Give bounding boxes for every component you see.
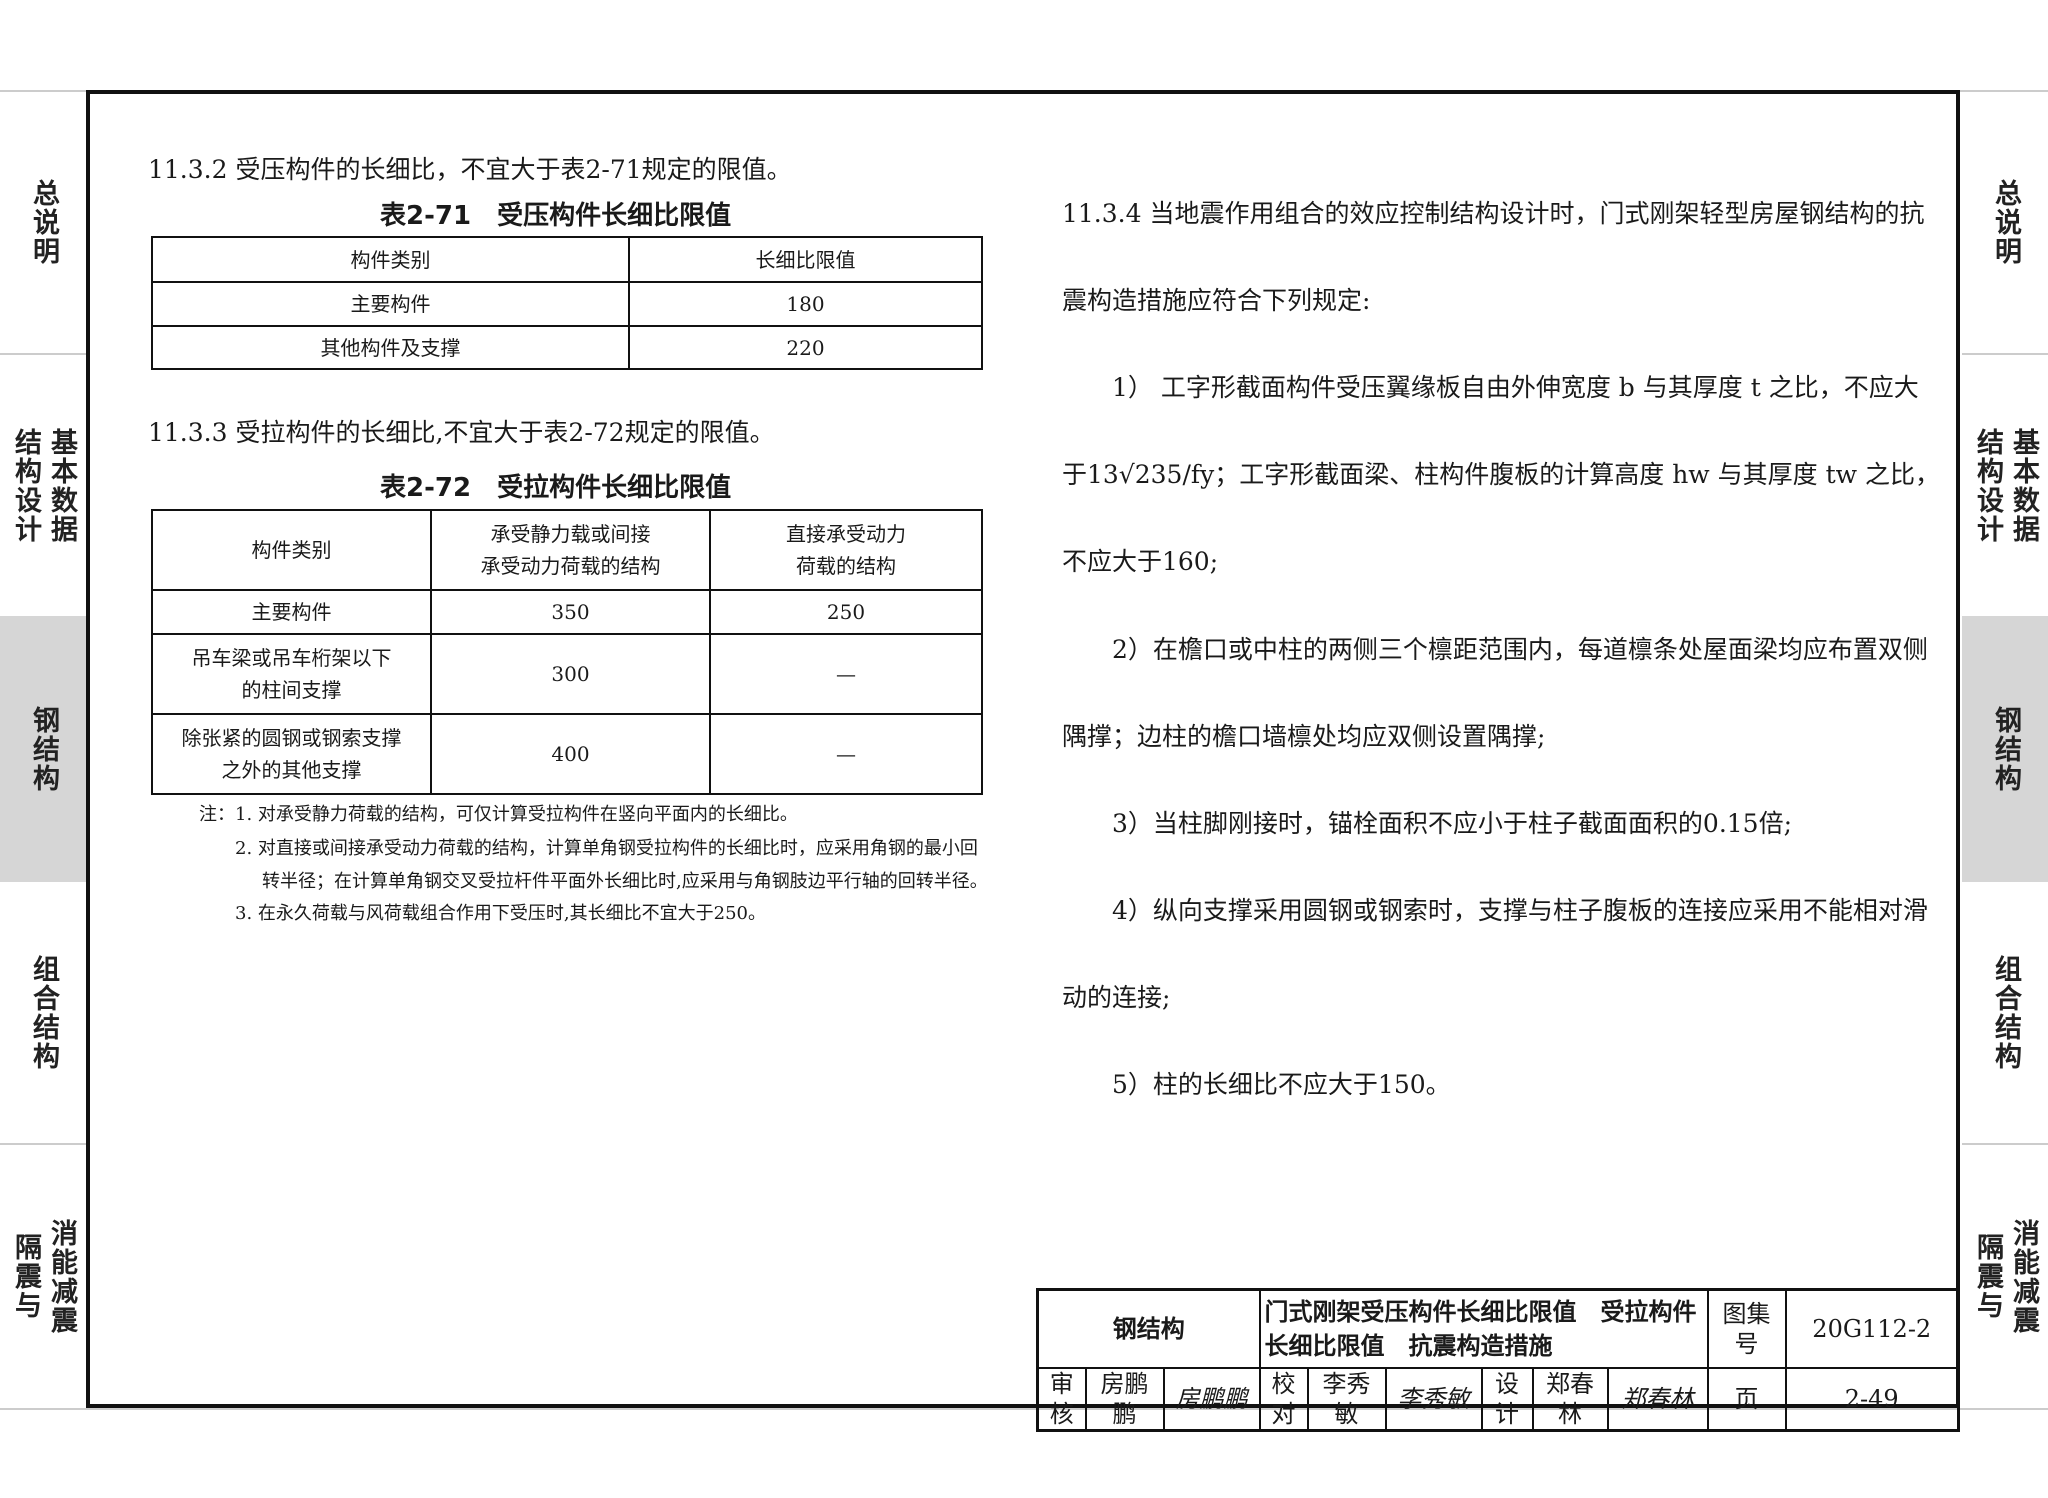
tab-label: 消能减震 bbox=[46, 1218, 77, 1335]
table-2-72-caption: 表2-72 受拉构件长细比限值 bbox=[380, 473, 732, 503]
table-cell: — bbox=[709, 633, 983, 715]
note-1: 注：1. 对承受静力荷载的结构，可仅计算受拉构件在竖向平面内的长细比。 bbox=[199, 804, 798, 825]
designer-signature: 郑春林 bbox=[1606, 1366, 1709, 1431]
note-3: 3. 在永久荷载与风荷载组合作用下受压时,其长细比不宜大于250。 bbox=[235, 903, 766, 924]
table-cell: 其他构件及支撑 bbox=[151, 325, 630, 370]
table-cell: 180 bbox=[628, 281, 983, 327]
tab-label: 结构设计 bbox=[10, 427, 41, 544]
table-2-71-caption: 表2-71 受压构件长细比限值 bbox=[380, 201, 732, 231]
text-line: 11.3.4 当地震作用组合的效应控制结构设计时，门式刚架轻型房屋钢结构的抗 bbox=[1062, 198, 1925, 228]
header-cell: 承受静力载或间接 承受动力荷载的结构 bbox=[430, 509, 711, 591]
note-2: 2. 对直接或间接承受动力荷载的结构，计算单角钢受拉构件的长细比时，应采用角钢的… bbox=[235, 838, 978, 859]
table-cell: — bbox=[709, 713, 983, 795]
page-number: 2-49 bbox=[1784, 1366, 1960, 1431]
tab-label: 基本数据 bbox=[2008, 427, 2039, 544]
check-label: 校对 bbox=[1258, 1366, 1309, 1431]
table-cell: 300 bbox=[430, 633, 711, 715]
title-block: 钢结构 门式刚架受压构件长细比限值 受拉构件长细比限值 抗震构造措施 图集号 2… bbox=[1036, 1288, 1960, 1432]
category-cell: 钢结构 bbox=[1036, 1288, 1261, 1369]
side-tab-composite[interactable]: 组合结构 bbox=[0, 882, 86, 1143]
header-cell: 构件类别 bbox=[151, 236, 630, 283]
tab-label: 结构设计 bbox=[1972, 427, 2003, 544]
table-cell: 主要构件 bbox=[151, 589, 432, 635]
side-tab-basic-data[interactable]: 结构设计 基本数据 bbox=[0, 353, 86, 616]
side-tab-steel-right[interactable]: 钢结构 bbox=[1962, 616, 2048, 882]
header-cell: 构件类别 bbox=[151, 509, 432, 591]
page-label: 页 bbox=[1706, 1366, 1787, 1431]
checker-signature: 李秀敏 bbox=[1384, 1366, 1483, 1431]
tab-label: 隔震与 bbox=[1972, 1233, 2003, 1320]
design-label: 设计 bbox=[1480, 1366, 1534, 1431]
table-cell: 350 bbox=[430, 589, 711, 635]
tab-label: 基本数据 bbox=[46, 427, 77, 544]
header-cell: 直接承受动力 荷载的结构 bbox=[709, 509, 983, 591]
text-line: 不应大于160; bbox=[1062, 547, 1219, 577]
table-cell: 400 bbox=[430, 713, 711, 795]
checker-name: 李秀敏 bbox=[1306, 1366, 1387, 1431]
clause-11-3-2: 11.3.2 受压构件的长细比，不宜大于表2-71规定的限值。 bbox=[148, 155, 792, 184]
side-tab-general-right[interactable]: 总说明 bbox=[1962, 92, 2048, 353]
tab-label: 组合结构 bbox=[1990, 954, 2021, 1071]
table-cell: 220 bbox=[628, 325, 983, 370]
reviewer-name: 房鹏鹏 bbox=[1084, 1366, 1165, 1431]
table-cell: 除张紧的圆钢或钢索支撑 之外的其他支撑 bbox=[151, 713, 432, 795]
clause-11-3-4: 11.3.4 当地震作用组合的效应控制结构设计时，门式刚架轻型房屋钢结构的抗 震… bbox=[1062, 148, 1940, 1151]
tab-label: 钢结构 bbox=[1990, 705, 2021, 793]
atlas-label: 图集号 bbox=[1706, 1288, 1787, 1369]
table-cell: 吊车梁或吊车桁架以下 的柱间支撑 bbox=[151, 633, 432, 715]
table-2-71: 构件类别 长细比限值 主要构件 180 其他构件及支撑 220 bbox=[151, 236, 983, 370]
clause-11-3-3: 11.3.3 受拉构件的长细比,不宜大于表2-72规定的限值。 bbox=[148, 418, 775, 447]
reviewer-signature: 房鹏鹏 bbox=[1162, 1366, 1261, 1431]
tab-label: 钢结构 bbox=[28, 705, 59, 793]
text-line: 4）纵向支撑采用圆钢或钢索时，支撑与柱子腹板的连接应采用不能相对滑 bbox=[1062, 896, 1928, 926]
side-tab-isolation[interactable]: 隔震与 消能减震 bbox=[0, 1143, 86, 1408]
text-line: 动的连接; bbox=[1062, 983, 1171, 1013]
text-line: 3）当柱脚刚接时，锚栓面积不应小于柱子截面面积的0.15倍; bbox=[1062, 808, 1792, 838]
table-cell: 250 bbox=[709, 589, 983, 635]
header-cell: 长细比限值 bbox=[628, 236, 983, 283]
text-line: 5）柱的长细比不应大于150。 bbox=[1062, 1070, 1451, 1100]
side-tab-composite-right[interactable]: 组合结构 bbox=[1962, 882, 2048, 1143]
tab-label: 总说明 bbox=[1990, 179, 2021, 266]
tab-label: 消能减震 bbox=[2008, 1218, 2039, 1335]
tab-label: 隔震与 bbox=[10, 1233, 41, 1320]
text-line: 于13√235/fy；工字形截面梁、柱构件腹板的计算高度 hw 与其厚度 tw … bbox=[1062, 460, 1940, 490]
designer-name: 郑春林 bbox=[1531, 1366, 1609, 1431]
tab-label: 总说明 bbox=[28, 179, 59, 266]
side-tab-steel[interactable]: 钢结构 bbox=[0, 616, 86, 882]
text-line: 震构造措施应符合下列规定: bbox=[1062, 285, 1371, 315]
table-cell: 主要构件 bbox=[151, 281, 630, 327]
side-tab-general[interactable]: 总说明 bbox=[0, 92, 86, 353]
side-tab-isolation-right[interactable]: 隔震与 消能减震 bbox=[1962, 1143, 2048, 1408]
text-line: 隅撑；边柱的檐口墙檩处均应双侧设置隅撑; bbox=[1062, 721, 1546, 751]
drawing-title: 门式刚架受压构件长细比限值 受拉构件长细比限值 抗震构造措施 bbox=[1258, 1288, 1709, 1369]
text-line: 1） 工字形截面构件受压翼缘板自由外伸宽度 b 与其厚度 t 之比，不应大 bbox=[1062, 372, 1919, 402]
review-label: 审核 bbox=[1036, 1366, 1087, 1431]
text-line: 2）在檐口或中柱的两侧三个檩距范围内，每道檩条处屋面梁均应布置双侧 bbox=[1062, 634, 1928, 664]
side-tab-basic-data-right[interactable]: 结构设计 基本数据 bbox=[1962, 353, 2048, 616]
atlas-number: 20G112-2 bbox=[1784, 1288, 1960, 1369]
table-2-72: 构件类别 承受静力载或间接 承受动力荷载的结构 直接承受动力 荷载的结构 主要构件 3… bbox=[151, 509, 983, 795]
note-2-cont: 转半径；在计算单角钢交叉受拉杆件平面外长细比时,应采用与角钢肢边平行轴的回转半径… bbox=[262, 871, 988, 892]
tab-label: 组合结构 bbox=[28, 954, 59, 1071]
